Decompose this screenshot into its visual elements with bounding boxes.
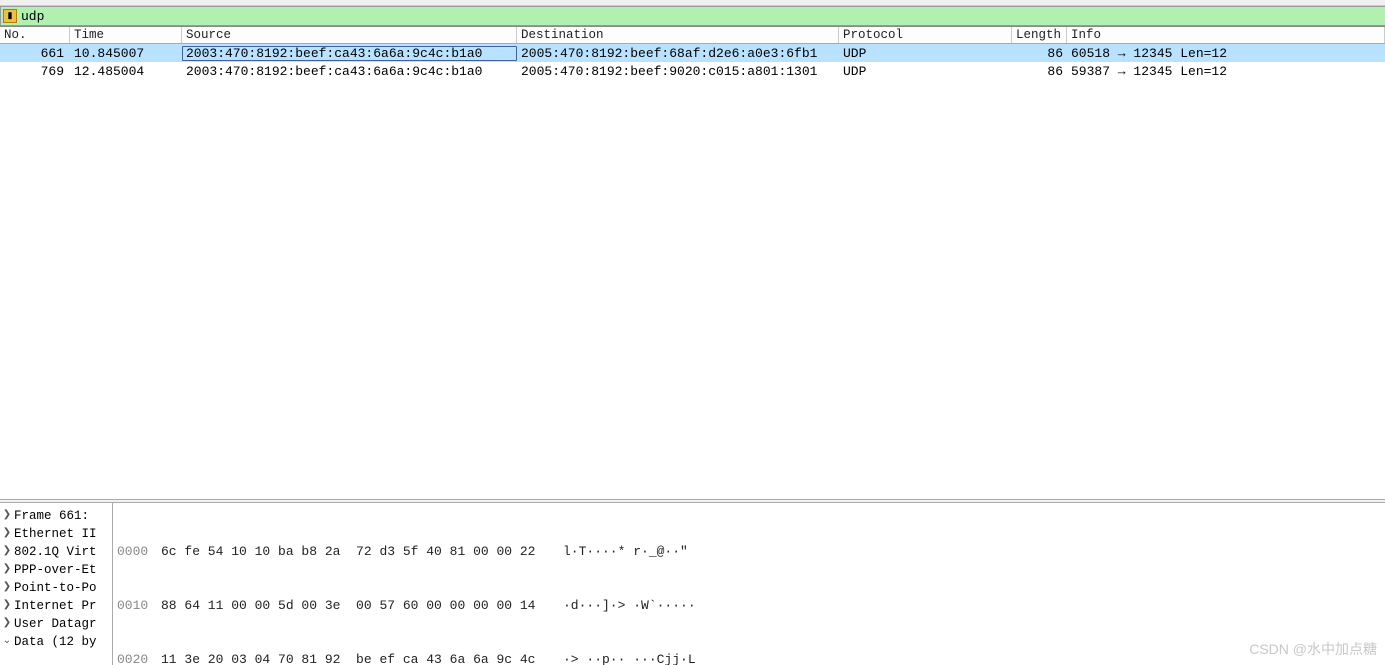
hex-dump-pane[interactable]: 0000 0010 0020 0030 0040 0050 6c fe 54 1… bbox=[113, 503, 1385, 665]
display-filter-bar: ▮ bbox=[0, 6, 1385, 26]
cell-no: 769 bbox=[0, 64, 70, 79]
cell-source: 2003:470:8192:beef:ca43:6a6a:9c4c:b1a0 bbox=[182, 46, 517, 61]
hex-offsets: 0000 0010 0020 0030 0040 0050 bbox=[117, 507, 161, 665]
cell-info: 60518 → 12345 Len=12 bbox=[1067, 46, 1385, 61]
chevron-down-icon bbox=[2, 637, 12, 647]
column-header-dest[interactable]: Destination bbox=[517, 27, 839, 43]
packet-row[interactable]: 769 12.485004 2003:470:8192:beef:ca43:6a… bbox=[0, 62, 1385, 80]
tree-item-data[interactable]: Data (12 by bbox=[0, 633, 112, 651]
packet-row[interactable]: 661 10.845007 2003:470:8192:beef:ca43:6a… bbox=[0, 44, 1385, 62]
column-header-no[interactable]: No. bbox=[0, 27, 70, 43]
packet-details-pane: Frame 661: Ethernet II 802.1Q Virt PPP-o… bbox=[0, 503, 113, 665]
chevron-right-icon bbox=[2, 529, 12, 539]
cell-proto: UDP bbox=[839, 46, 1012, 61]
chevron-right-icon bbox=[2, 511, 12, 521]
column-header-length[interactable]: Length bbox=[1012, 27, 1067, 43]
cell-time: 10.845007 bbox=[70, 46, 182, 61]
column-header-source[interactable]: Source bbox=[182, 27, 517, 43]
bookmark-icon[interactable]: ▮ bbox=[3, 9, 17, 23]
column-header-time[interactable]: Time bbox=[70, 27, 182, 43]
chevron-right-icon bbox=[2, 583, 12, 593]
cell-no: 661 bbox=[0, 46, 70, 61]
chevron-right-icon bbox=[2, 565, 12, 575]
chevron-right-icon bbox=[2, 547, 12, 557]
tree-item-ppp[interactable]: Point-to-Po bbox=[0, 579, 112, 597]
tree-item-frame[interactable]: Frame 661: bbox=[0, 507, 112, 525]
cell-proto: UDP bbox=[839, 64, 1012, 79]
cell-dest: 2005:470:8192:beef:68af:d2e6:a0e3:6fb1 bbox=[517, 46, 839, 61]
packet-list-blank bbox=[0, 80, 1385, 499]
tree-item-udp[interactable]: User Datagr bbox=[0, 615, 112, 633]
cell-length: 86 bbox=[1012, 46, 1067, 61]
cell-info: 59387 → 12345 Len=12 bbox=[1067, 64, 1385, 79]
display-filter-input[interactable] bbox=[17, 7, 1385, 25]
cell-time: 12.485004 bbox=[70, 64, 182, 79]
column-header-info[interactable]: Info bbox=[1067, 27, 1385, 43]
hex-bytes: 6c fe 54 10 10 ba b8 2a 72 d3 5f 40 81 0… bbox=[161, 507, 563, 665]
chevron-right-icon bbox=[2, 619, 12, 629]
cell-source: 2003:470:8192:beef:ca43:6a6a:9c4c:b1a0 bbox=[182, 64, 517, 79]
cell-length: 86 bbox=[1012, 64, 1067, 79]
hex-ascii: l·T····* r·_@··" ·d···]·> ·W`····· ·> ··… bbox=[563, 507, 696, 665]
column-header-protocol[interactable]: Protocol bbox=[839, 27, 1012, 43]
cell-dest: 2005:470:8192:beef:9020:c015:a801:1301 bbox=[517, 64, 839, 79]
packet-list-header: No. Time Source Destination Protocol Len… bbox=[0, 26, 1385, 44]
tree-item-pppoe[interactable]: PPP-over-Et bbox=[0, 561, 112, 579]
tree-item-ip[interactable]: Internet Pr bbox=[0, 597, 112, 615]
chevron-right-icon bbox=[2, 601, 12, 611]
tree-item-ethernet[interactable]: Ethernet II bbox=[0, 525, 112, 543]
tree-item-8021q[interactable]: 802.1Q Virt bbox=[0, 543, 112, 561]
packet-rows: 661 10.845007 2003:470:8192:beef:ca43:6a… bbox=[0, 44, 1385, 80]
packet-list: No. Time Source Destination Protocol Len… bbox=[0, 26, 1385, 499]
